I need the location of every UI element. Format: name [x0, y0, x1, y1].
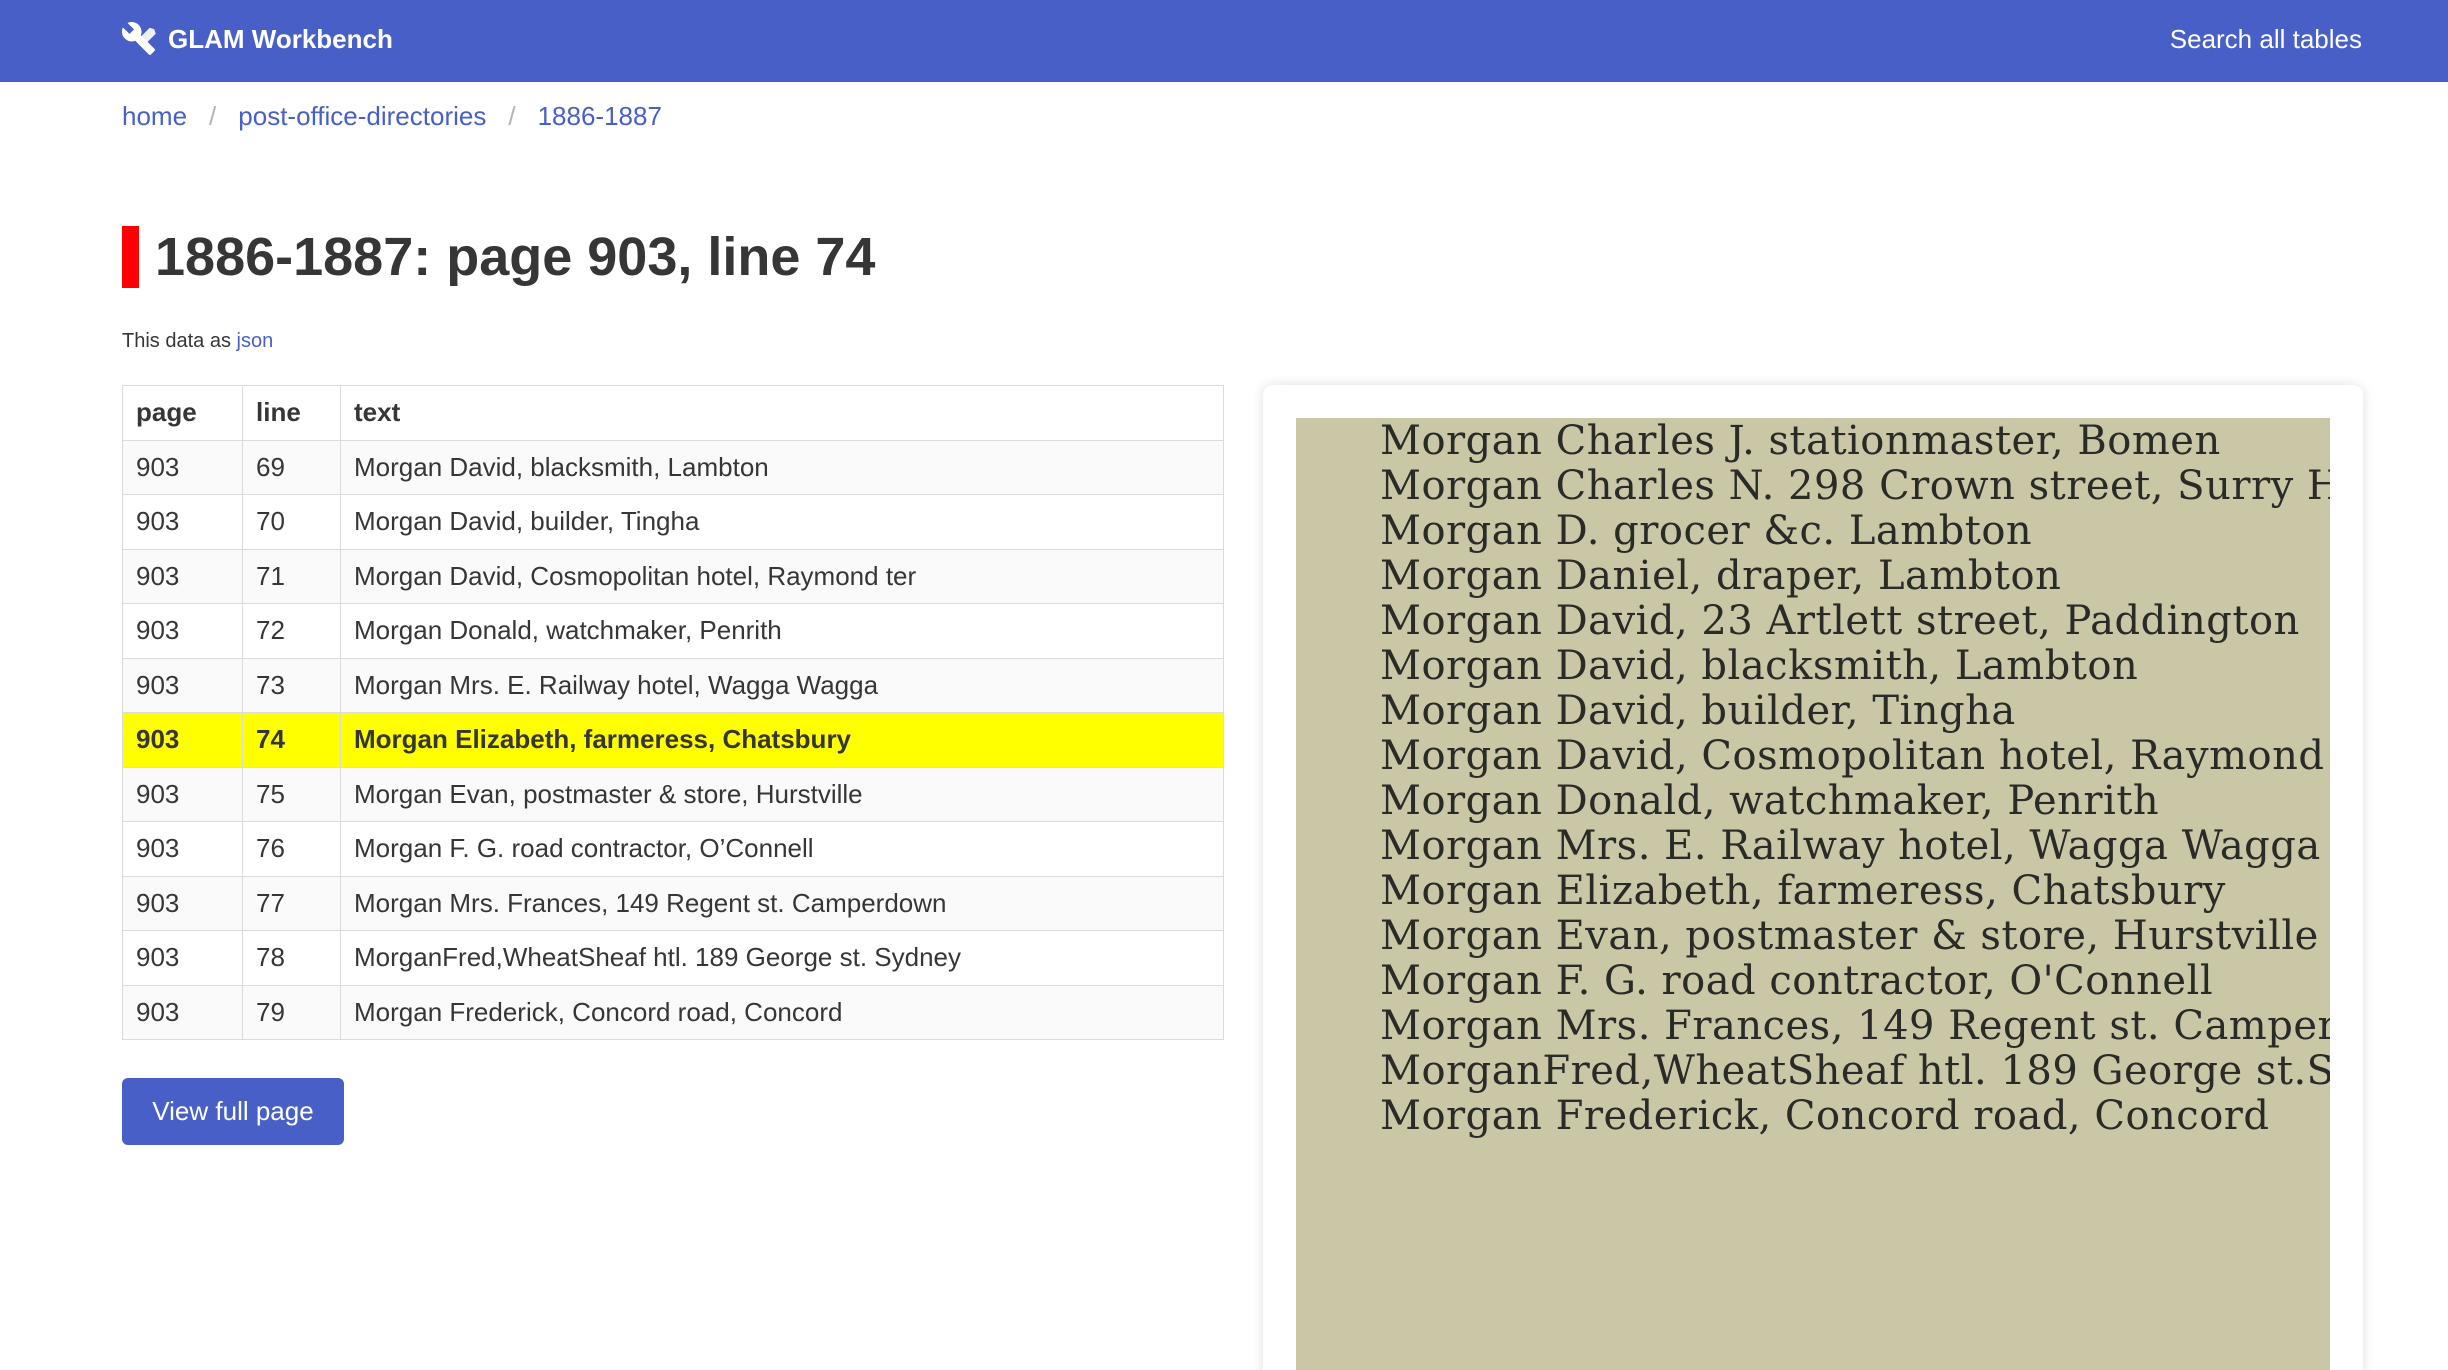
table-row: 903 77 Morgan Mrs. Frances, 149 Regent s…	[122, 875, 1224, 931]
table-header-row: page line text	[122, 385, 1224, 441]
cell-line: 78	[242, 930, 341, 986]
table-row: 903 79 Morgan Frederick, Concord road, C…	[122, 984, 1224, 1040]
cell-page: 903	[122, 875, 243, 931]
cell-page: 903	[122, 603, 243, 659]
scan-text-line: Morgan David, builder, Tingha	[1380, 688, 2016, 734]
scan-text-line: MorganFred,WheatSheaf htl. 189 George st…	[1380, 1048, 2330, 1094]
scan-image-card: Morgan Charles J. stationmaster, Bomen M…	[1263, 385, 2363, 1370]
cell-line: 76	[242, 821, 341, 877]
search-all-tables-link[interactable]: Search all tables	[2170, 19, 2362, 59]
breadcrumb-separator: /	[209, 100, 217, 131]
scan-text-line: Morgan David, Cosmopolitan hotel, Raymon…	[1380, 733, 2330, 779]
cell-line: 79	[242, 984, 341, 1040]
cell-line: 73	[242, 657, 341, 713]
breadcrumb: home / post-office-directories / 1886-18…	[122, 96, 662, 136]
cell-page: 903	[122, 657, 243, 713]
cell-text: Morgan David, blacksmith, Lambton	[340, 439, 1224, 495]
table-row: 903 73 Morgan Mrs. E. Railway hotel, Wag…	[122, 657, 1224, 713]
cell-page: 903	[122, 766, 243, 822]
title-accent-bar	[122, 226, 139, 288]
table-row: 903 71 Morgan David, Cosmopolitan hotel,…	[122, 548, 1224, 604]
scan-text-line: Morgan Evan, postmaster & store, Hurstvi…	[1380, 913, 2319, 959]
cell-page: 903	[122, 548, 243, 604]
cell-text: Morgan Frederick, Concord road, Concord	[340, 984, 1224, 1040]
cell-page: 903	[122, 439, 243, 495]
table-row: 903 75 Morgan Evan, postmaster & store, …	[122, 766, 1224, 822]
cell-text: Morgan Elizabeth, farmeress, Chatsbury	[340, 712, 1224, 768]
cell-text: Morgan Evan, postmaster & store, Hurstvi…	[340, 766, 1224, 822]
table-row-current: 903 74 Morgan Elizabeth, farmeress, Chat…	[122, 712, 1224, 768]
scanned-page-image[interactable]: Morgan Charles J. stationmaster, Bomen M…	[1296, 418, 2330, 1370]
cell-text: Morgan Mrs. E. Railway hotel, Wagga Wagg…	[340, 657, 1224, 713]
scan-text-line: Morgan Charles N. 298 Crown street, Surr…	[1380, 463, 2330, 509]
cell-page: 903	[122, 494, 243, 550]
table-row: 903 78 MorganFred,WheatSheaf htl. 189 Ge…	[122, 930, 1224, 986]
cell-text: Morgan Donald, watchmaker, Penrith	[340, 603, 1224, 659]
table-row: 903 69 Morgan David, blacksmith, Lambton	[122, 439, 1224, 495]
column-header-line[interactable]: line	[242, 385, 341, 441]
top-navbar: GLAM Workbench Search all tables	[0, 0, 2448, 82]
page-title: 1886-1887: page 903, line 74	[155, 227, 876, 287]
scan-text-line: Morgan Frederick, Concord road, Concord	[1380, 1093, 2270, 1139]
view-full-page-button[interactable]: View full page	[122, 1078, 344, 1145]
breadcrumb-table[interactable]: 1886-1887	[538, 101, 662, 132]
cell-line: 77	[242, 875, 341, 931]
scan-text-line: Morgan F. G. road contractor, O'Connell	[1380, 958, 2214, 1004]
brand-label: GLAM Workbench	[168, 23, 393, 54]
table-row: 903 72 Morgan Donald, watchmaker, Penrit…	[122, 603, 1224, 659]
cell-line: 69	[242, 439, 341, 495]
scan-text-line: Morgan Daniel, draper, Lambton	[1380, 553, 2062, 599]
scan-text-line: Morgan Donald, watchmaker, Penrith	[1380, 778, 2160, 824]
cell-page: 903	[122, 712, 243, 768]
column-header-text[interactable]: text	[340, 385, 1224, 441]
cell-page: 903	[122, 930, 243, 986]
breadcrumb-home[interactable]: home	[122, 101, 187, 132]
brand-link[interactable]: GLAM Workbench	[122, 19, 393, 59]
cell-line: 75	[242, 766, 341, 822]
cell-line: 71	[242, 548, 341, 604]
table-row: 903 76 Morgan F. G. road contractor, O’C…	[122, 821, 1224, 877]
cell-line: 72	[242, 603, 341, 659]
cell-line: 70	[242, 494, 341, 550]
cell-text: Morgan David, builder, Tingha	[340, 494, 1224, 550]
table-row: 903 70 Morgan David, builder, Tingha	[122, 494, 1224, 550]
cell-page: 903	[122, 984, 243, 1040]
rows-table: page line text 903 69 Morgan David, blac…	[122, 385, 1224, 1040]
cell-text: MorganFred,WheatSheaf htl. 189 George st…	[340, 930, 1224, 986]
scan-text-line: Morgan David, 23 Artlett street, Padding…	[1380, 598, 2300, 644]
scan-text-line: Morgan David, blacksmith, Lambton	[1380, 643, 2139, 689]
cell-line: 74	[242, 712, 341, 768]
column-header-page[interactable]: page	[122, 385, 243, 441]
breadcrumb-database[interactable]: post-office-directories	[238, 101, 486, 132]
scan-text-line: Morgan Mrs. Frances, 149 Regent st. Camp…	[1380, 1003, 2330, 1049]
json-note: This data as json	[122, 330, 273, 353]
tools-icon	[122, 22, 156, 55]
scan-text-line: Morgan D. grocer &c. Lambton	[1380, 508, 2033, 554]
cell-text: Morgan David, Cosmopolitan hotel, Raymon…	[340, 548, 1224, 604]
page-heading: 1886-1887: page 903, line 74	[122, 226, 875, 288]
json-note-text: This data as	[122, 330, 237, 352]
json-link[interactable]: json	[237, 330, 274, 352]
scan-text-line: Morgan Mrs. E. Railway hotel, Wagga Wagg…	[1380, 823, 2321, 869]
cell-text: Morgan Mrs. Frances, 149 Regent st. Camp…	[340, 875, 1224, 931]
scan-text-line: Morgan Charles J. stationmaster, Bomen	[1380, 418, 2221, 464]
scan-text-line: Morgan Elizabeth, farmeress, Chatsbury	[1380, 868, 2226, 914]
breadcrumb-separator: /	[508, 100, 516, 131]
cell-page: 903	[122, 821, 243, 877]
cell-text: Morgan F. G. road contractor, O’Connell	[340, 821, 1224, 877]
